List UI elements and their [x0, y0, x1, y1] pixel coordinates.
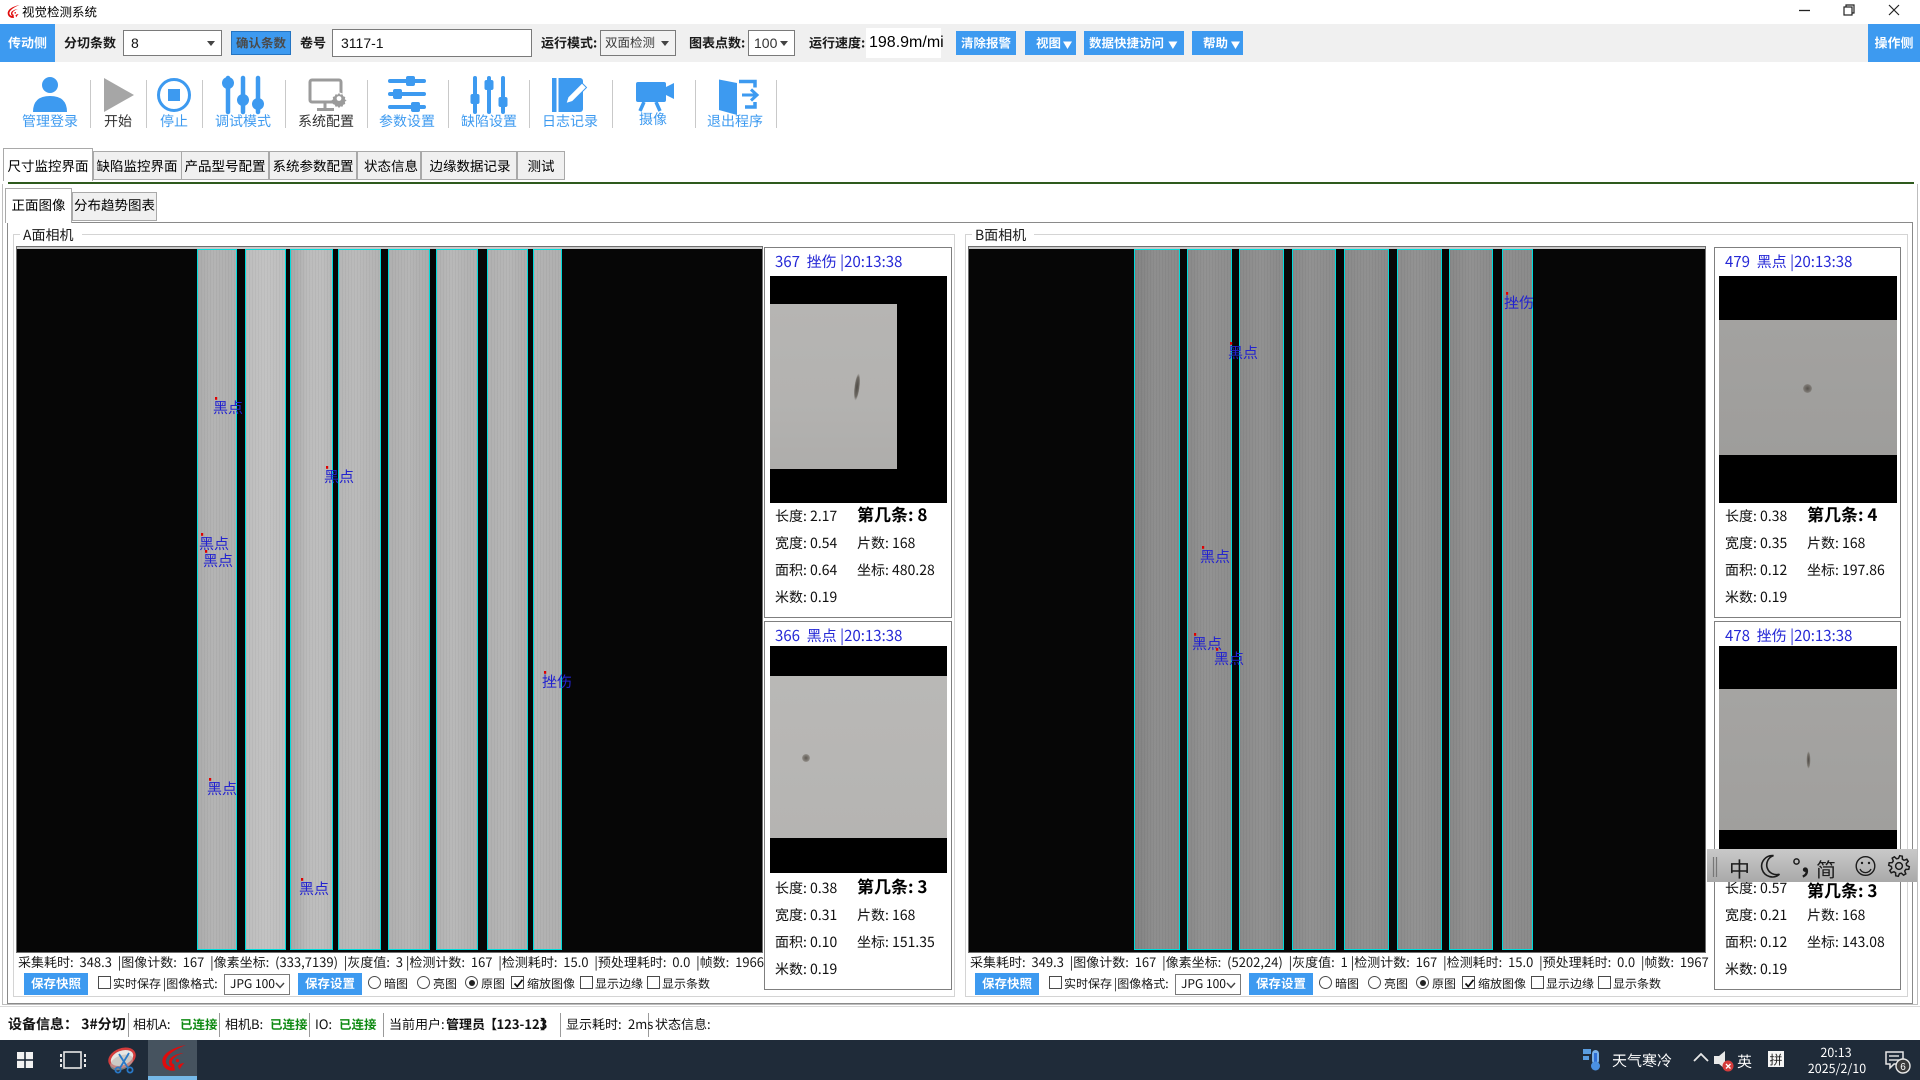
svg-text:6: 6	[1900, 1062, 1906, 1073]
